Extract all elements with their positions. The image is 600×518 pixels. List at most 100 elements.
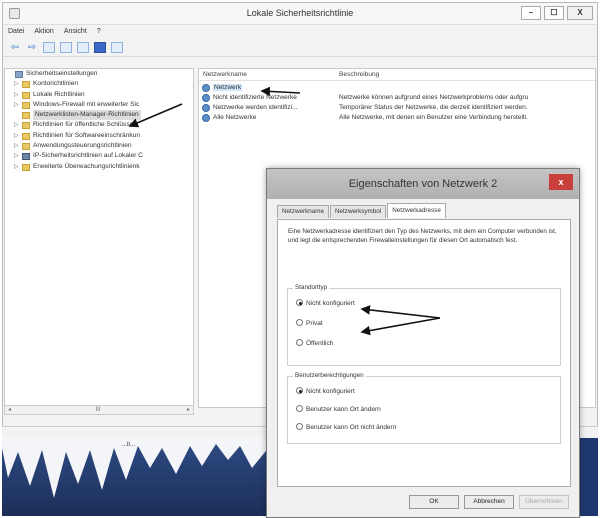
dialog-title: Eigenschaften von Netzwerk 2 — [348, 178, 498, 190]
tree-item-label: Lokale Richtlinien — [33, 90, 85, 98]
dialog-buttons: OK Abbrechen Übernehmen — [409, 495, 569, 509]
address-description: Eine Netzwerkadresse identifiziert den T… — [288, 228, 557, 244]
menu-aktion[interactable]: Aktion — [34, 25, 53, 39]
maximize-button[interactable]: ☐ — [544, 6, 564, 20]
location-type-legend: Standorttyp — [293, 284, 330, 291]
radio-label: Benutzer kann Ort nicht ändern — [306, 424, 397, 431]
folder-icon — [22, 143, 30, 151]
radio-label: Nicht konfiguriert — [306, 388, 355, 395]
expand-arrow-icon[interactable]: ▷ — [14, 100, 20, 110]
radio-permission-cannot-change[interactable]: Benutzer kann Ort nicht ändern — [296, 423, 396, 431]
network-list-row[interactable]: Netzwerk — [199, 83, 595, 93]
folder-icon — [22, 91, 30, 99]
radio-checked-icon — [296, 299, 303, 306]
location-type-group: Standorttyp Nicht konfiguriert Privat Öf… — [287, 284, 561, 366]
scroll-thumb[interactable]: III — [91, 406, 105, 414]
network-list-row[interactable]: Nicht identifizierte Netzwerke Netzwerke … — [199, 93, 595, 103]
radio-location-public[interactable]: Öffentlich — [296, 339, 333, 347]
dialog-close-button[interactable]: x — [549, 174, 573, 190]
tab-netzwerksymbol[interactable]: Netzwerksymbol — [330, 205, 387, 218]
radio-location-not-configured[interactable]: Nicht konfiguriert — [296, 299, 355, 307]
tree-item[interactable]: ▷ Lokale Richtlinien — [5, 90, 193, 100]
title-bar: Lokale Sicherheitsrichtlinie – ☐ X — [3, 3, 597, 25]
apply-button[interactable]: Übernehmen — [519, 495, 569, 509]
tree-item[interactable]: ▷ Anwendungssteuerungsrichtlinien — [5, 141, 193, 151]
radio-unchecked-icon — [296, 339, 303, 346]
radio-label: Öffentlich — [306, 340, 334, 347]
network-properties-dialog: Eigenschaften von Netzwerk 2 x Netzwerkn… — [266, 168, 580, 518]
desktop-wallpaper-graphic: ...lt... — [2, 438, 270, 498]
column-header-description[interactable]: Beschreibung — [339, 71, 379, 78]
expand-arrow-icon[interactable]: ▷ — [14, 151, 20, 161]
network-name: Netzwerke werden identifizi... — [213, 104, 298, 111]
radio-permission-not-configured[interactable]: Nicht konfiguriert — [296, 387, 355, 395]
help-icon[interactable] — [94, 42, 106, 53]
tab-netzwerkname[interactable]: Netzwerkname — [277, 205, 329, 218]
toolbar: ⇦ ⇨ — [3, 39, 597, 57]
network-icon — [202, 104, 210, 112]
up-folder-icon[interactable] — [43, 42, 55, 53]
tree-item[interactable]: ▷ Richtlinien für öffentliche Schlüssel — [5, 120, 193, 130]
folder-icon — [22, 122, 30, 130]
tree-item-label: Richtlinien für öffentliche Schlüssel — [33, 121, 135, 129]
network-icon — [202, 94, 210, 102]
scroll-left-arrow-icon[interactable]: ◂ — [5, 406, 14, 414]
forward-arrow-icon[interactable]: ⇨ — [26, 42, 38, 53]
properties-icon[interactable] — [111, 42, 123, 53]
column-header-name[interactable]: Netzwerkname — [203, 71, 247, 78]
tree-item[interactable]: Netzwerklisten-Manager-Richtlinien — [5, 110, 193, 121]
radio-location-private[interactable]: Privat — [296, 319, 323, 327]
shield-icon — [22, 153, 30, 161]
folder-icon — [22, 101, 30, 109]
menu-datei[interactable]: Datei — [8, 25, 24, 39]
tab-content: Eine Netzwerkadresse identifiziert den T… — [277, 219, 571, 487]
tree-item[interactable]: ▷ IP-Sicherheitsrichtlinien auf Lokaler C — [5, 151, 193, 161]
back-arrow-icon[interactable]: ⇦ — [9, 42, 21, 53]
folder-icon — [22, 81, 30, 89]
tree-item-label: IP-Sicherheitsrichtlinien auf Lokaler C — [33, 152, 143, 160]
scroll-right-arrow-icon[interactable]: ▸ — [184, 406, 193, 414]
expand-arrow-icon[interactable]: ▷ — [14, 90, 20, 100]
tree-item[interactable]: ▷ Richtlinien für Softwareeinschränkun — [5, 131, 193, 141]
expand-arrow-icon[interactable]: ▷ — [14, 141, 20, 151]
ok-button[interactable]: OK — [409, 495, 459, 509]
tree-item-label: Erweiterte Überwachungsrichtlinienk — [33, 162, 140, 170]
menu-ansicht[interactable]: Ansicht — [64, 25, 87, 39]
expand-arrow-icon[interactable]: ▷ — [14, 131, 20, 141]
network-name: Alle Netzwerke — [213, 114, 257, 121]
minimize-button[interactable]: – — [521, 6, 541, 20]
close-button[interactable]: X — [567, 6, 593, 20]
network-list-row[interactable]: Netzwerke werden identifizi... Temporärer… — [199, 103, 595, 113]
network-name: Nicht identifizierte Netzwerke — [213, 94, 297, 101]
cancel-button[interactable]: Abbrechen — [464, 495, 514, 509]
expand-arrow-icon[interactable]: ▷ — [14, 79, 20, 89]
tree-item[interactable]: ▷ Kontorichtlinien — [5, 79, 193, 89]
tree-item-label: Netzwerklisten-Manager-Richtlinien — [33, 110, 141, 121]
tree-item-label: Sicherheitseinstellungen — [26, 70, 98, 77]
menu-help[interactable]: ? — [97, 25, 101, 39]
tree-pane[interactable]: Sicherheitseinstellungen ▷ Kontorichtlinie… — [4, 68, 194, 408]
tab-netzwerkadresse[interactable]: Netzwerkadresse — [387, 203, 446, 218]
tree-item[interactable]: Sicherheitseinstellungen — [5, 69, 193, 79]
network-icon — [202, 114, 210, 122]
show-hide-tree-icon[interactable] — [60, 42, 72, 53]
dialog-tabs: Netzwerkname Netzwerksymbol Netzwerkadre… — [277, 203, 447, 219]
export-list-icon[interactable] — [77, 42, 89, 53]
window-title: Lokale Sicherheitsrichtlinie — [246, 8, 354, 18]
list-header: Netzwerkname Beschreibung — [199, 69, 595, 81]
radio-label: Privat — [306, 320, 323, 327]
network-description: Netzwerke können aufgrund eines Netzwerk… — [339, 94, 529, 101]
tree-horizontal-scrollbar[interactable]: ◂ III ▸ — [4, 405, 194, 415]
radio-permission-can-change[interactable]: Benutzer kann Ort ändern — [296, 405, 381, 413]
network-list-row[interactable]: Alle Netzwerke Alle Netzwerke, mit denen … — [199, 113, 595, 123]
tree-item[interactable]: ▷ Windows-Firewall mit erweiterter Sic — [5, 100, 193, 110]
network-name: Netzwerk — [213, 84, 243, 91]
dialog-title-bar: Eigenschaften von Netzwerk 2 x — [267, 169, 579, 199]
expand-arrow-icon[interactable]: ▷ — [14, 120, 20, 130]
expand-arrow-icon[interactable]: ▷ — [14, 162, 20, 172]
radio-unchecked-icon — [296, 423, 303, 430]
tree-item[interactable]: ▷ Erweiterte Überwachungsrichtlinienk — [5, 162, 193, 172]
network-icon — [202, 84, 210, 92]
tree-item-label: Richtlinien für Softwareeinschränkun — [33, 131, 141, 139]
user-permissions-legend: Benutzerberechtigungen — [293, 372, 366, 379]
